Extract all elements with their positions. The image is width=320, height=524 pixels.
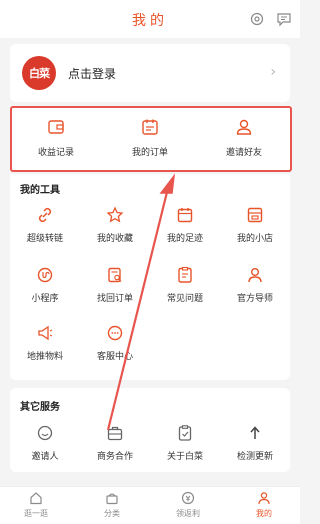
- find-order-button[interactable]: 找回订单: [80, 266, 150, 304]
- about-label: 关于白菜: [166, 452, 203, 462]
- calendar-icon: [177, 208, 193, 223]
- invite-friends-button[interactable]: 邀请好友: [204, 118, 284, 158]
- my-orders-label: 我的订单: [131, 148, 168, 158]
- faq-icon: [178, 266, 192, 283]
- mentor-icon: [248, 268, 262, 283]
- tab-profile-label: 我的: [256, 509, 272, 518]
- smile-icon: [37, 425, 53, 441]
- tools-card: 我的工具 超级转链 我的收藏 我的足迹 我的小店 小程序 找回订单 常见问题 官…: [10, 174, 290, 380]
- earnings-record-label: 收益记录: [37, 148, 74, 158]
- tab-category-label: 分类: [104, 509, 120, 518]
- tab-browse[interactable]: 逛一逛: [6, 491, 66, 519]
- clipboard-icon: [178, 425, 192, 441]
- tab-category[interactable]: 分类: [82, 491, 142, 519]
- tab-profile[interactable]: 我的: [234, 491, 294, 519]
- about-button[interactable]: 关于白菜: [150, 424, 220, 462]
- official-mentor-button[interactable]: 官方导师: [220, 266, 290, 304]
- mini-program-label: 小程序: [31, 294, 59, 304]
- my-orders-button[interactable]: 我的订单: [110, 118, 190, 158]
- promo-material-button[interactable]: 地推物料: [10, 324, 80, 362]
- rebate-icon: [181, 491, 195, 505]
- services-section-title: 其它服务: [20, 402, 60, 413]
- bottom-tab-bar: 逛一逛 分类 领返利 我的: [0, 486, 300, 524]
- promo-material-label: 地推物料: [26, 352, 63, 362]
- tab-rebate[interactable]: 领返利: [158, 491, 218, 519]
- my-shop-label: 我的小店: [236, 234, 273, 244]
- login-card[interactable]: 白菜 点击登录 ›: [10, 44, 290, 102]
- top-header: 我的: [0, 0, 300, 38]
- business-cooperation-button[interactable]: 商务合作: [80, 424, 150, 462]
- my-favorites-label: 我的收藏: [96, 234, 133, 244]
- my-favorites-button[interactable]: 我的收藏: [80, 206, 150, 244]
- records-card: 收益记录 我的订单 邀请好友: [10, 106, 292, 172]
- shop-icon: [247, 207, 263, 223]
- super-link-button[interactable]: 超级转链: [10, 206, 80, 244]
- tab-browse-label: 逛一逛: [24, 509, 48, 518]
- profile-icon: [258, 492, 270, 505]
- faq-button[interactable]: 常见问题: [150, 266, 220, 304]
- customer-service-button[interactable]: 客服中心: [80, 324, 150, 362]
- check-update-button[interactable]: 检测更新: [220, 424, 290, 462]
- home-icon: [30, 492, 42, 505]
- update-icon: [250, 426, 260, 439]
- tools-section-title: 我的工具: [20, 185, 60, 196]
- briefcase-icon: [107, 426, 123, 441]
- faq-label: 常见问题: [166, 294, 203, 304]
- wallet-icon: [48, 120, 64, 134]
- chevron-right-icon: ›: [270, 64, 276, 80]
- my-shop-button[interactable]: 我的小店: [220, 206, 290, 244]
- services-card: 其它服务 邀请人 商务合作 关于白菜 检测更新: [10, 388, 290, 472]
- promo-material-icon: [38, 325, 53, 341]
- find-order-icon: [108, 267, 122, 283]
- official-mentor-label: 官方导师: [236, 294, 273, 304]
- settings-icon[interactable]: [249, 11, 265, 27]
- inviter-label: 邀请人: [31, 452, 59, 462]
- tab-rebate-label: 领返利: [176, 509, 200, 518]
- link-icon: [38, 207, 52, 223]
- my-footprint-label: 我的足迹: [166, 234, 203, 244]
- inviter-button[interactable]: 邀请人: [10, 424, 80, 462]
- login-label: 点击登录: [68, 67, 117, 81]
- super-link-label: 超级转链: [26, 234, 63, 244]
- star-icon: [106, 206, 124, 223]
- order-icon: [142, 119, 158, 135]
- invite-friends-label: 邀请好友: [225, 148, 262, 158]
- earnings-record-button[interactable]: 收益记录: [16, 118, 96, 158]
- message-icon[interactable]: [276, 11, 292, 27]
- check-update-label: 检测更新: [236, 452, 273, 462]
- customer-service-icon: [107, 325, 123, 341]
- customer-service-label: 客服中心: [96, 352, 133, 362]
- find-order-label: 找回订单: [96, 294, 133, 304]
- my-footprint-button[interactable]: 我的足迹: [150, 206, 220, 244]
- app-logo: 白菜: [22, 56, 56, 90]
- business-cooperation-label: 商务合作: [96, 452, 133, 462]
- mini-program-button[interactable]: 小程序: [10, 266, 80, 304]
- category-icon: [106, 493, 118, 505]
- mini-program-icon: [37, 267, 53, 283]
- person-icon: [236, 119, 252, 135]
